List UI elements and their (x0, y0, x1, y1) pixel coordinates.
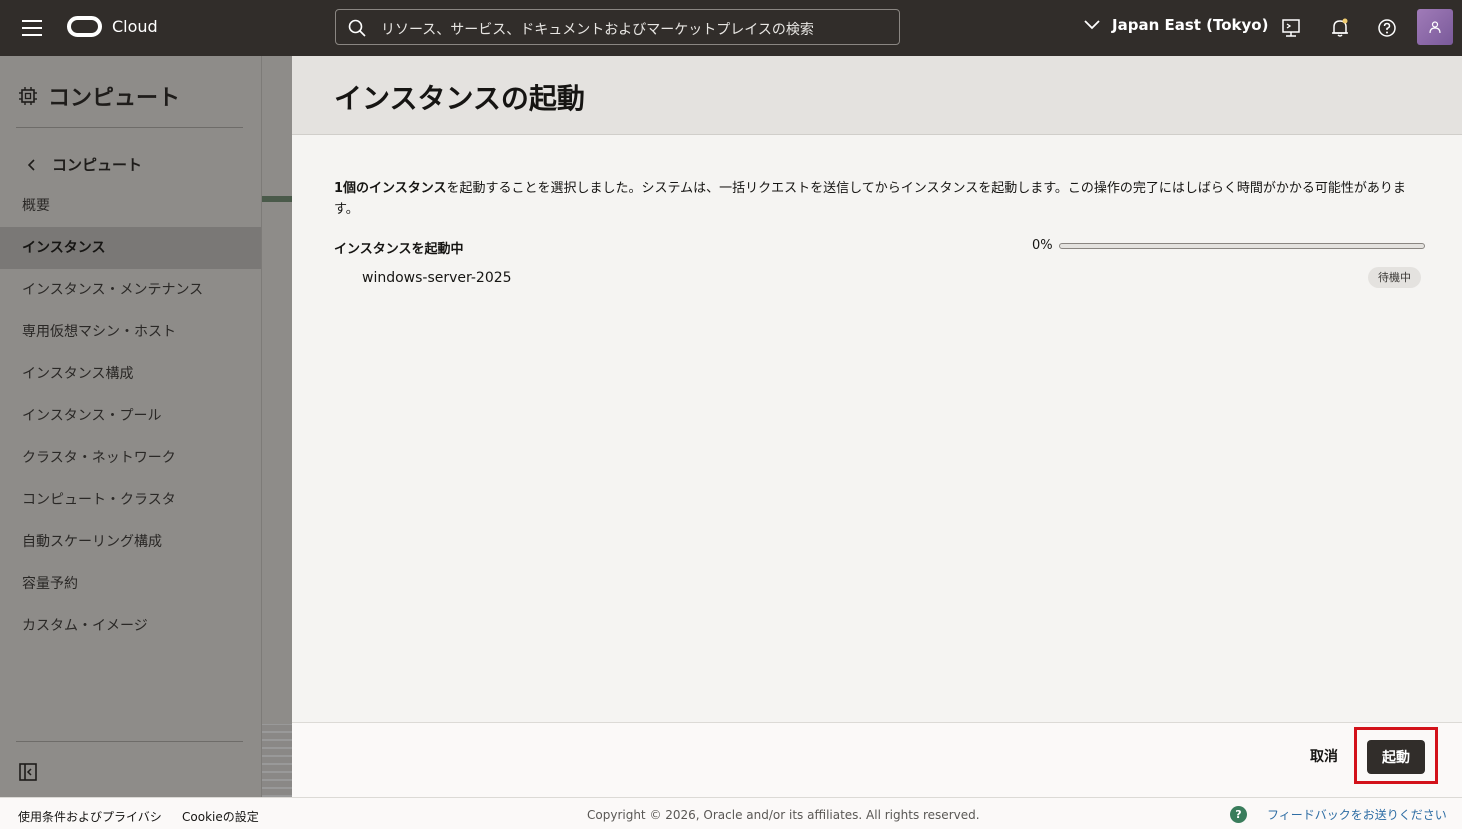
sidebar-item-compute-clusters[interactable]: コンピュート・クラスタ (0, 479, 261, 521)
compute-chip-icon (19, 87, 37, 105)
sidebar-item-capacity-reservations[interactable]: 容量予約 (0, 563, 261, 605)
cancel-button[interactable]: 取消 (1296, 740, 1352, 774)
launch-button[interactable]: 起動 (1367, 740, 1425, 774)
terms-privacy-link[interactable]: 使用条件およびプライバシ (18, 808, 162, 825)
search-input[interactable]: リソース、サービス、ドキュメントおよびマーケットプレイスの検索 (335, 9, 900, 45)
sidebar: コンピュート コンピュート 概要 インスタンス インスタンス・メンテナンス 専用… (0, 56, 262, 797)
user-avatar[interactable] (1417, 9, 1453, 45)
search-placeholder: リソース、サービス、ドキュメントおよびマーケットプレイスの検索 (381, 22, 814, 38)
cloud-shell-icon[interactable] (1280, 17, 1302, 39)
sidebar-back-label: コンピュート (52, 156, 143, 174)
description-bold: 1個のインスタンス (334, 181, 447, 196)
feedback-label: フィードバックをお送りください (1267, 808, 1447, 822)
panel-title: インスタンスの起動 (334, 82, 585, 115)
sidebar-back-link[interactable]: コンピュート (28, 154, 142, 175)
panel-description: 1個のインスタンスを起動することを選択しました。システムは、一括リクエストを送信… (334, 178, 1424, 220)
progress-bar (1059, 243, 1425, 249)
instance-name: windows-server-2025 (362, 270, 512, 286)
user-icon (1429, 21, 1441, 34)
hamburger-menu-icon[interactable] (22, 20, 42, 36)
status-badge: 待機中 (1368, 267, 1421, 288)
chevron-down-icon (1084, 20, 1100, 30)
collapse-sidebar-icon[interactable] (18, 762, 38, 782)
oracle-logo[interactable] (67, 16, 102, 37)
panel-header: インスタンスの起動 (292, 56, 1462, 135)
progress-percent: 0% (1032, 238, 1053, 253)
panel-footer: 取消 起動 (292, 722, 1462, 797)
sidebar-item-custom-images[interactable]: カスタム・イメージ (0, 605, 261, 647)
sidebar-divider (16, 127, 243, 128)
description-text: を起動することを選択しました。システムは、一括リクエストを送信してからインスタン… (334, 181, 1406, 217)
top-header: Cloud リソース、サービス、ドキュメントおよびマーケットプレイスの検索 Ja… (0, 0, 1462, 56)
sidebar-title-label: コンピュート (48, 86, 181, 111)
brand-label: Cloud (112, 17, 158, 36)
region-selector[interactable]: Japan East (Tokyo) (1084, 16, 1268, 34)
sidebar-item-instance-configurations[interactable]: インスタンス構成 (0, 353, 261, 395)
sidebar-item-overview[interactable]: 概要 (0, 185, 261, 227)
sidebar-item-instance-pools[interactable]: インスタンス・プール (0, 395, 261, 437)
launch-instances-panel: インスタンスの起動 1個のインスタンスを起動することを選択しました。システムは、… (292, 56, 1462, 797)
progress-label: インスタンスを起動中 (334, 242, 464, 257)
help-icon[interactable] (1376, 17, 1398, 39)
cookie-settings-link[interactable]: Cookieの設定 (182, 808, 259, 825)
sidebar-item-dedicated-vm-hosts[interactable]: 専用仮想マシン・ホスト (0, 311, 261, 353)
notification-bell-icon[interactable] (1329, 17, 1351, 39)
sidebar-title: コンピュート (18, 80, 180, 112)
launch-button-highlight: 起動 (1354, 727, 1438, 784)
sidebar-item-instance-maintenance[interactable]: インスタンス・メンテナンス (0, 269, 261, 311)
copyright-text: Copyright © 2026, Oracle and/or its affi… (587, 808, 980, 822)
sidebar-item-cluster-networks[interactable]: クラスタ・ネットワーク (0, 437, 261, 479)
region-label: Japan East (Tokyo) (1112, 16, 1269, 34)
sidebar-item-instances[interactable]: インスタンス (0, 227, 261, 269)
page-footer: 使用条件およびプライバシ Cookieの設定 Copyright © 2026,… (0, 797, 1462, 829)
sidebar-divider (16, 741, 243, 742)
sidebar-item-autoscaling-configurations[interactable]: 自動スケーリング構成 (0, 521, 261, 563)
background-page-overlay (262, 56, 292, 797)
help-circle-icon: ? (1230, 806, 1247, 823)
chevron-left-icon (28, 158, 35, 171)
feedback-link[interactable]: ? フィードバックをお送りください (1230, 806, 1447, 823)
search-icon (348, 19, 366, 37)
